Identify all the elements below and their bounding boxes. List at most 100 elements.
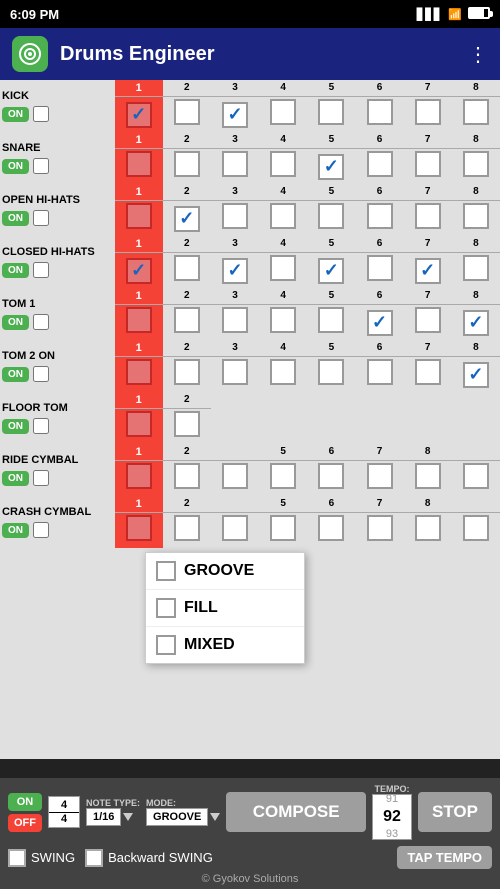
oph-check-7[interactable] (415, 203, 441, 229)
closed-hihats-checkbox[interactable] (33, 262, 49, 278)
tom2-beat-7[interactable] (404, 357, 452, 393)
clh-beat-4[interactable] (259, 253, 307, 289)
kick-checkbox[interactable] (33, 106, 49, 122)
kick-check-8[interactable] (463, 99, 489, 125)
dropdown-fill[interactable]: FILL (146, 590, 304, 627)
kick-beat-7[interactable] (404, 97, 452, 133)
snare-check-2[interactable] (174, 151, 200, 177)
rc-beat-1[interactable] (115, 461, 163, 497)
crash-cymbal-on-button[interactable]: ON (2, 523, 29, 538)
kick-beat-4[interactable] (259, 97, 307, 133)
snare-beat-4[interactable] (259, 149, 307, 185)
tom1-beat-8[interactable] (452, 305, 500, 341)
tom2-beat-8[interactable] (452, 357, 500, 393)
snare-on-button[interactable]: ON (2, 159, 29, 174)
tom1-checkbox[interactable] (33, 314, 49, 330)
snare-beat-7[interactable] (404, 149, 452, 185)
kick-beat-8[interactable] (452, 97, 500, 133)
crash-cymbal-checkbox[interactable] (33, 522, 49, 538)
tom2-check-6[interactable] (367, 359, 393, 385)
oph-beat-2[interactable] (163, 201, 211, 237)
rc-check-5[interactable] (270, 463, 296, 489)
kick-beat-2[interactable] (163, 97, 211, 133)
tom1-on-button[interactable]: ON (2, 315, 29, 330)
tom1-check-2[interactable] (174, 307, 200, 333)
clh-beat-2[interactable] (163, 253, 211, 289)
snare-beat-5[interactable] (307, 149, 355, 185)
cc-beat-3[interactable] (211, 513, 259, 549)
clh-check-2[interactable] (174, 255, 200, 281)
ft-beat-2[interactable] (163, 409, 211, 445)
floor-tom-checkbox[interactable] (33, 418, 49, 434)
oph-check-5[interactable] (318, 203, 344, 229)
tom1-beat-2[interactable] (163, 305, 211, 341)
tom1-beat-1[interactable] (115, 305, 163, 341)
snare-check-1[interactable] (126, 151, 152, 177)
cc-check-3[interactable] (222, 515, 248, 541)
tom2-check-8[interactable] (463, 362, 489, 388)
tom1-check-4[interactable] (270, 307, 296, 333)
oph-check-6[interactable] (367, 203, 393, 229)
tom2-check-2[interactable] (174, 359, 200, 385)
mode-arrow[interactable] (210, 813, 220, 821)
rc-beat-extra[interactable] (452, 461, 500, 497)
rc-beat-8[interactable] (404, 461, 452, 497)
stop-button[interactable]: STOP (418, 792, 492, 832)
oph-beat-8[interactable] (452, 201, 500, 237)
oph-check-1[interactable] (126, 203, 152, 229)
open-hihats-checkbox[interactable] (33, 210, 49, 226)
clh-check-1[interactable] (126, 258, 152, 284)
kick-check-2[interactable] (174, 99, 200, 125)
clh-check-5[interactable] (318, 258, 344, 284)
snare-beat-2[interactable] (163, 149, 211, 185)
kick-beat-3[interactable] (211, 97, 259, 133)
floor-tom-on-button[interactable]: ON (2, 419, 29, 434)
oph-check-4[interactable] (270, 203, 296, 229)
snare-beat-3[interactable] (211, 149, 259, 185)
rc-beat-2[interactable] (163, 461, 211, 497)
cc-beat-extra[interactable] (452, 513, 500, 549)
rc-check-6[interactable] (318, 463, 344, 489)
tom1-check-3[interactable] (222, 307, 248, 333)
clh-check-7[interactable] (415, 258, 441, 284)
cc-beat-8[interactable] (404, 513, 452, 549)
clh-beat-1[interactable] (115, 253, 163, 289)
rc-beat-3[interactable] (211, 461, 259, 497)
oph-beat-6[interactable] (355, 201, 403, 237)
tempo-scroll[interactable]: 91 92 93 (372, 794, 412, 840)
cc-check-6[interactable] (318, 515, 344, 541)
closed-hihats-on-button[interactable]: ON (2, 263, 29, 278)
snare-check-6[interactable] (367, 151, 393, 177)
oph-beat-7[interactable] (404, 201, 452, 237)
rc-check-extra[interactable] (463, 463, 489, 489)
kick-on-button[interactable]: ON (2, 107, 29, 122)
cc-beat-7[interactable] (355, 513, 403, 549)
clh-beat-5[interactable] (307, 253, 355, 289)
cc-check-8[interactable] (415, 515, 441, 541)
clh-check-4[interactable] (270, 255, 296, 281)
snare-checkbox[interactable] (33, 158, 49, 174)
tom2-beat-5[interactable] (307, 357, 355, 393)
kick-beat-5[interactable] (307, 97, 355, 133)
cc-check-extra[interactable] (463, 515, 489, 541)
tom1-check-6[interactable] (367, 310, 393, 336)
global-on-button[interactable]: ON (8, 793, 42, 811)
kick-check-4[interactable] (270, 99, 296, 125)
clh-beat-7[interactable] (404, 253, 452, 289)
tap-tempo-button[interactable]: TAP TEMPO (397, 846, 492, 869)
note-type-arrow[interactable] (123, 813, 133, 821)
cc-beat-5[interactable] (259, 513, 307, 549)
snare-check-3[interactable] (222, 151, 248, 177)
tom2-check-7[interactable] (415, 359, 441, 385)
rc-check-8[interactable] (415, 463, 441, 489)
ft-beat-1[interactable] (115, 409, 163, 445)
compose-button[interactable]: COMPOSE (226, 792, 366, 832)
clh-check-6[interactable] (367, 255, 393, 281)
snare-beat-1[interactable] (115, 149, 163, 185)
oph-beat-3[interactable] (211, 201, 259, 237)
dropdown-mixed[interactable]: MIXED (146, 627, 304, 663)
oph-beat-4[interactable] (259, 201, 307, 237)
tom2-check-1[interactable] (126, 359, 152, 385)
tom1-beat-7[interactable] (404, 305, 452, 341)
swing-checkbox[interactable] (8, 849, 26, 867)
